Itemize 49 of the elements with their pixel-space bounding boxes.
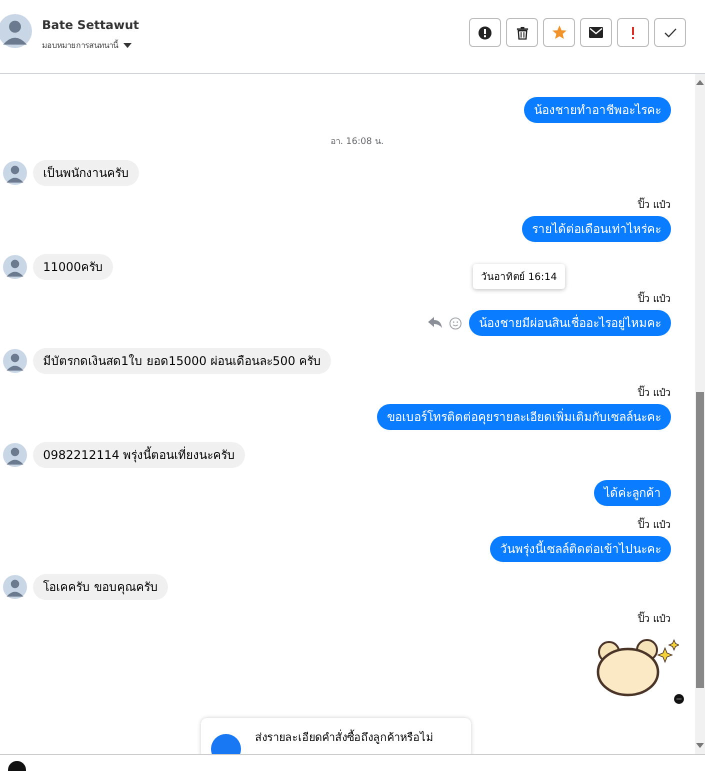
trash-button[interactable] (506, 18, 538, 47)
scroll-up-icon[interactable] (696, 80, 704, 85)
time-tooltip: วันอาทิตย์ 16:14 (473, 264, 565, 289)
prompt-text: ส่งรายละเอียดคำสั่งซื้อถึงลูกค้าหรือไม่ (255, 728, 433, 746)
star-button[interactable] (543, 18, 575, 47)
assign-dropdown[interactable]: มอบหมายการสนทนานี้ (42, 38, 140, 52)
message-bubble: น้องชายทำอาชีพอะไรคะ (524, 97, 671, 123)
sender-name: ปิ๊ว แป๋ว (638, 291, 671, 306)
star-icon (552, 25, 566, 40)
scroll-thumb[interactable] (696, 392, 704, 688)
caret-icon (123, 42, 132, 48)
avatar-icon (3, 575, 27, 599)
message-bubble: เป็นพนักงานครับ (33, 160, 139, 186)
alert-button[interactable] (469, 18, 501, 47)
timestamp: อา. 16:08 น. (330, 136, 384, 148)
message-bubble: วันพรุ่งนี้เซลล์ติดต่อเข้าไปนะคะ (490, 536, 671, 562)
sender-name: ปิ๊ว แป๋ว (638, 517, 671, 532)
message-bubble: โอเคครับ ขอบคุณครับ (33, 574, 168, 600)
seen-indicator-icon (674, 694, 684, 704)
avatar-icon (3, 443, 27, 467)
message-bubble: มีบัตรกดเงินสด1ใบ ยอด15000 ผ่อนเดือนละ500 ครับ (33, 348, 332, 374)
message-bubble: ขอเบอร์โทรติดต่อคุยรายละเอียดเพิ่มเติมกับเซลล์นะคะ (377, 404, 671, 430)
message-bubble: รายได้ต่อเดือนเท่าไหร่คะ (522, 216, 671, 242)
done-button[interactable] (654, 18, 686, 47)
sender-name: ปิ๊ว แป๋ว (638, 385, 671, 400)
prompt-card[interactable]: ส่งรายละเอียดคำสั่งซื้อถึงลูกค้าหรือไม่ (201, 718, 471, 754)
avatar-icon (0, 14, 32, 48)
mail-button[interactable] (580, 18, 612, 47)
avatar-icon (3, 349, 27, 373)
scrollbar[interactable] (695, 74, 705, 754)
exclamation-icon (631, 26, 635, 40)
sender-name: ปิ๊ว แป๋ว (638, 197, 671, 212)
envelope-icon (589, 27, 603, 38)
message-bubble: ได้ค่ะลูกค้า (594, 480, 671, 506)
emoji-icon[interactable] (449, 316, 462, 330)
check-icon (664, 28, 676, 38)
trash-icon (516, 26, 528, 40)
message-bubble: 11000ครับ (33, 254, 114, 280)
message-bubble: 0982212114 พรุ่งนี้ตอนเที่ยงนะครับ (33, 442, 246, 468)
message-bubble: น้องชายมีผ่อนสินเชื่ออะไรอยู่ไหมคะ (469, 310, 671, 336)
message-input[interactable] (0, 754, 705, 771)
alert-icon (478, 26, 492, 40)
reply-icon[interactable] (428, 317, 442, 329)
scroll-down-icon[interactable] (696, 743, 704, 748)
contact-name: Bate Settawut (42, 18, 140, 32)
avatar-icon (3, 255, 27, 279)
avatar-icon (3, 161, 27, 185)
important-button[interactable] (617, 18, 649, 47)
sender-name: ปิ๊ว แป๋ว (638, 611, 671, 626)
